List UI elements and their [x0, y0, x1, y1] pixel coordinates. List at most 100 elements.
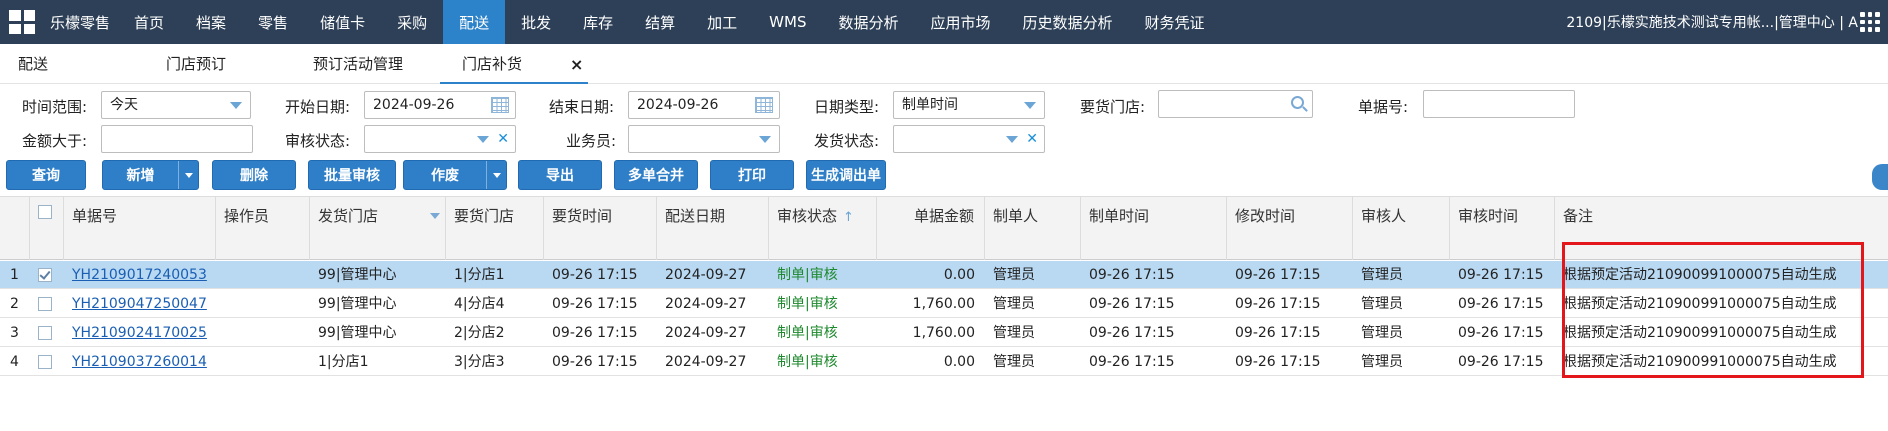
subtab-order-activity[interactable]: 预订活动管理: [313, 44, 403, 84]
close-icon[interactable]: ×: [570, 55, 583, 74]
amount-gt-input[interactable]: [101, 125, 253, 153]
cell-req-store: 1|分店1: [454, 267, 505, 283]
calendar-icon[interactable]: [755, 97, 773, 113]
row-checkbox[interactable]: [38, 268, 52, 282]
cell-req-store: 2|分店2: [454, 325, 505, 341]
query-button[interactable]: 查询: [6, 160, 86, 190]
header-audit-time[interactable]: 审核时间: [1450, 197, 1555, 260]
header-amount[interactable]: 单据金额: [877, 197, 985, 260]
subtab-store-replenish[interactable]: 门店补货: [440, 44, 588, 84]
end-date-input[interactable]: 2024-09-26: [628, 91, 780, 119]
nav-item-13[interactable]: 历史数据分析: [1007, 0, 1129, 44]
generate-transfer-button[interactable]: 生成调出单: [806, 160, 886, 190]
header-creator[interactable]: 制单人: [985, 197, 1081, 260]
user-info[interactable]: 2109|乐檬实施技术测试专用帐...|管理中心 | A: [1566, 0, 1858, 44]
time-range-select[interactable]: 今天: [101, 91, 251, 119]
header-operator[interactable]: 操作员: [216, 197, 310, 260]
chevron-down-icon[interactable]: [430, 213, 440, 219]
header-auditor[interactable]: 审核人: [1353, 197, 1450, 260]
cell-operator: [216, 348, 310, 376]
audit-status-select[interactable]: ✕: [364, 125, 516, 153]
cell-ship-store: 1|分店1: [318, 354, 369, 370]
cell-doc-no[interactable]: YH2109017240053: [64, 261, 216, 289]
header-modify-time[interactable]: 修改时间: [1227, 197, 1353, 260]
nav-item-9[interactable]: 加工: [691, 0, 753, 44]
nav-item-8[interactable]: 结算: [629, 0, 691, 44]
table-row[interactable]: 1 YH2109017240053 99|管理中心 1|分店1 09-26 17:15 2…: [0, 261, 1888, 289]
request-store-input[interactable]: [1158, 90, 1313, 118]
nav-item-7[interactable]: 库存: [567, 0, 629, 44]
export-button[interactable]: 导出: [518, 160, 602, 190]
start-date-input[interactable]: 2024-09-26: [364, 91, 516, 119]
header-audit-status[interactable]: 审核状态 ↑: [769, 197, 877, 260]
cell-audit-time: 09-26 17:15: [1458, 354, 1544, 370]
cell-create-time: 09-26 17:15: [1089, 267, 1175, 283]
cell-doc-no[interactable]: YH2109024170025: [64, 319, 216, 347]
chevron-down-icon[interactable]: [486, 161, 506, 189]
nav-item-11[interactable]: 数据分析: [822, 0, 914, 44]
cell-modify-time: 09-26 17:15: [1235, 267, 1321, 283]
cell-creator: 管理员: [993, 325, 1035, 341]
nav-item-3[interactable]: 储值卡: [304, 0, 381, 44]
header-create-time[interactable]: 制单时间: [1081, 197, 1227, 260]
date-type-select[interactable]: 制单时间: [893, 91, 1045, 119]
row-checkbox[interactable]: [38, 355, 52, 369]
cell-doc-no[interactable]: YH2109037260014: [64, 348, 216, 376]
sub-tabs: 配送 门店预订 预订活动管理 门店补货: [0, 44, 1888, 84]
void-button[interactable]: 作废: [403, 160, 507, 190]
cell-modify-time: 09-26 17:15: [1235, 354, 1321, 370]
header-ship-date[interactable]: 配送日期: [657, 197, 769, 260]
clear-icon[interactable]: ✕: [1026, 130, 1038, 148]
ship-status-select[interactable]: ✕: [893, 125, 1045, 153]
header-remark[interactable]: 备注: [1555, 197, 1888, 260]
cell-creator: 管理员: [993, 296, 1035, 312]
chevron-down-icon[interactable]: [178, 161, 198, 189]
cell-doc-no[interactable]: YH2109047250047: [64, 290, 216, 318]
add-button[interactable]: 新增: [102, 160, 199, 190]
chevron-down-icon: [1024, 102, 1036, 109]
nav-item-1[interactable]: 档案: [180, 0, 242, 44]
cell-req-time: 09-26 17:15: [552, 354, 638, 370]
app-grid-logo-icon[interactable]: [0, 0, 44, 44]
batch-audit-button[interactable]: 批量审核: [308, 160, 396, 190]
start-date-label: 开始日期:: [285, 98, 351, 116]
nav-item-2[interactable]: 零售: [242, 0, 304, 44]
salesman-select[interactable]: [628, 125, 780, 153]
nav-item-12[interactable]: 应用市场: [914, 0, 1006, 44]
table-row[interactable]: 3 YH2109024170025 99|管理中心 2|分店2 09-26 17:15 2…: [0, 319, 1888, 347]
header-request-time[interactable]: 要货时间: [544, 197, 657, 260]
cell-operator: [216, 319, 310, 347]
subtab-distribution[interactable]: 配送: [18, 44, 48, 84]
table-row[interactable]: 4 YH2109037260014 1|分店1 3|分店3 09-26 17:15 202…: [0, 348, 1888, 376]
gear-icon[interactable]: [1872, 164, 1888, 190]
header-ship-store[interactable]: 发货门店: [310, 197, 446, 260]
delete-button[interactable]: 删除: [212, 160, 296, 190]
doc-no-input[interactable]: [1423, 90, 1575, 118]
nav-item-0[interactable]: 首页: [118, 0, 180, 44]
time-range-label: 时间范围:: [22, 98, 88, 116]
row-checkbox[interactable]: [38, 326, 52, 340]
amount-gt-label: 金额大于:: [22, 132, 88, 150]
print-button[interactable]: 打印: [710, 160, 794, 190]
merge-button[interactable]: 多单合并: [614, 160, 698, 190]
nav-item-4[interactable]: 采购: [381, 0, 443, 44]
nav-item-10[interactable]: WMS: [753, 0, 822, 44]
nav-item-5[interactable]: 配送: [443, 0, 506, 44]
search-icon[interactable]: [1291, 96, 1304, 109]
start-date-value: 2024-09-26: [373, 97, 455, 113]
apps-grid-icon[interactable]: [1860, 12, 1880, 32]
cell-creator: 管理员: [993, 267, 1035, 283]
subtab-store-order[interactable]: 门店预订: [166, 44, 226, 84]
header-doc-no[interactable]: 单据号: [64, 197, 216, 260]
header-request-store[interactable]: 要货门店: [446, 197, 544, 260]
nav-item-6[interactable]: 批发: [505, 0, 567, 44]
nav-item-14[interactable]: 财务凭证: [1129, 0, 1221, 44]
select-all-checkbox[interactable]: [38, 205, 52, 219]
chevron-down-icon: [230, 102, 242, 109]
row-checkbox[interactable]: [38, 297, 52, 311]
clear-icon[interactable]: ✕: [497, 130, 509, 148]
cell-auditor: 管理员: [1361, 354, 1403, 370]
calendar-icon[interactable]: [491, 97, 509, 113]
table-row[interactable]: 2 YH2109047250047 99|管理中心 4|分店4 09-26 17:15 2…: [0, 290, 1888, 318]
cell-operator: [216, 290, 310, 318]
